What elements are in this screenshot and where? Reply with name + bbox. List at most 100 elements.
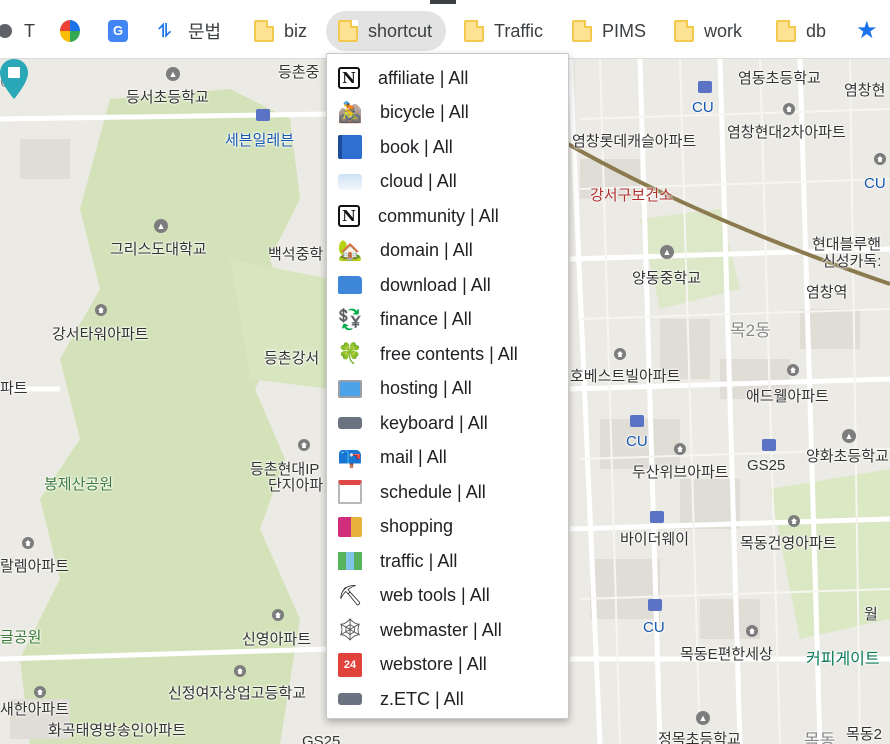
map-label: 목동E편한세상: [680, 646, 773, 663]
house-icon[interactable]: [272, 609, 284, 621]
house-icon[interactable]: [787, 364, 799, 376]
store-icon[interactable]: [650, 511, 664, 523]
map-label: 강서구보건소: [590, 187, 673, 204]
map-label: 파트: [0, 380, 28, 397]
bookmark-label: 문법: [188, 22, 222, 42]
menu-item-webstore[interactable]: 24 webstore | All: [327, 648, 568, 683]
map-label: 목2동: [730, 321, 771, 340]
map-label: 신성카독:: [822, 253, 882, 270]
bookmark-grammar[interactable]: ⥮ 문법: [152, 11, 227, 51]
store-icon[interactable]: [762, 439, 776, 451]
keyboard-icon: [338, 693, 362, 706]
bookmark-label: Traffic: [494, 20, 544, 41]
map-label: 등서초등학교: [126, 89, 209, 106]
school-icon[interactable]: ▲: [696, 711, 710, 725]
house-icon[interactable]: [614, 348, 626, 360]
school-icon[interactable]: ▲: [154, 219, 168, 233]
menu-item-webmaster[interactable]: 🕸 webmaster | All: [327, 613, 568, 648]
bookmark-star[interactable]: ★: [850, 11, 890, 51]
menu-item-hosting[interactable]: hosting | All: [327, 372, 568, 407]
menu-item-label: affiliate | All: [378, 67, 469, 88]
menu-item-label: book | All: [380, 136, 453, 157]
store-icon[interactable]: [630, 415, 644, 427]
menu-item-download[interactable]: download | All: [327, 268, 568, 303]
school-icon[interactable]: ▲: [660, 245, 674, 259]
folder-icon: [338, 276, 362, 295]
house-icon[interactable]: [874, 153, 886, 165]
map-label: GS25: [747, 457, 786, 474]
store-icon[interactable]: [256, 109, 270, 121]
cloud-icon: [338, 173, 362, 190]
map-label: 커피게이트: [806, 651, 880, 668]
bookmark-google-translate[interactable]: G: [102, 11, 144, 51]
bookmark-label: work: [704, 20, 743, 41]
menu-item-free-contents[interactable]: 🍀 free contents | All: [327, 337, 568, 372]
menu-item-community[interactable]: N community | All: [327, 199, 568, 234]
house-icon[interactable]: [788, 515, 800, 527]
menu-item-shopping[interactable]: shopping: [327, 510, 568, 545]
store-icon[interactable]: [648, 599, 662, 611]
bookmark-color-circle[interactable]: [54, 11, 96, 51]
map-label: 호베스트빌아파트: [570, 368, 681, 385]
menu-item-affiliate[interactable]: N affiliate | All: [327, 61, 568, 96]
map-label: 염창현: [844, 82, 886, 99]
menu-item-label: schedule | All: [380, 481, 486, 502]
bookmark-folder-pims[interactable]: PIMS: [566, 11, 652, 51]
menu-item-label: web tools | All: [380, 585, 490, 606]
house-icon[interactable]: [22, 537, 34, 549]
bookmark-folder-shortcut[interactable]: shortcut: [326, 11, 446, 51]
menu-item-bicycle[interactable]: 🚵 bicycle | All: [327, 96, 568, 131]
menu-item-cloud[interactable]: cloud | All: [327, 165, 568, 200]
menu-item-label: cloud | All: [380, 171, 457, 192]
map-label: 양화초등학교: [806, 448, 889, 465]
map-label: CU: [626, 433, 648, 450]
house-icon[interactable]: [234, 665, 246, 677]
folder-icon: [254, 20, 274, 42]
menu-item-domain[interactable]: 🏡 domain | All: [327, 234, 568, 269]
map-label: 봉제산공원: [44, 476, 114, 493]
menu-item-book[interactable]: book | All: [327, 130, 568, 165]
menu-item-label: mail | All: [380, 447, 447, 468]
menu-item-mail[interactable]: 📪 mail | All: [327, 441, 568, 476]
currency-exchange-icon: 💱: [337, 308, 363, 331]
map-label: CU: [864, 175, 886, 192]
school-icon[interactable]: ▲: [842, 429, 856, 443]
house-icon[interactable]: [746, 625, 758, 637]
menu-item-finance[interactable]: 💱 finance | All: [327, 303, 568, 338]
menu-item-web-tools[interactable]: ⛏ web tools | All: [327, 579, 568, 614]
menu-item-keyboard[interactable]: keyboard | All: [327, 406, 568, 441]
map-label: 목동2: [846, 726, 882, 743]
bookmark-t[interactable]: T: [18, 11, 41, 51]
house-icon[interactable]: [34, 686, 46, 698]
bookmark-folder-traffic[interactable]: Traffic: [458, 11, 549, 51]
star-icon: ★: [856, 17, 878, 44]
clover-icon: 🍀: [337, 343, 363, 366]
map-label: 두산위브아파트: [632, 464, 729, 481]
bookmark-folder-db[interactable]: db: [770, 11, 832, 51]
bookmark-folder-work[interactable]: work: [668, 11, 748, 51]
location-pin-icon[interactable]: [0, 59, 28, 99]
monitor-icon: [338, 379, 362, 398]
store-icon[interactable]: [698, 81, 712, 93]
book-icon: [338, 135, 362, 160]
menu-item-label: finance | All: [380, 309, 472, 330]
map-label: 목동건영아파트: [740, 535, 837, 552]
menu-item-z-etc[interactable]: z.ETC | All: [327, 682, 568, 717]
school-icon[interactable]: ▲: [166, 67, 180, 81]
house-icon[interactable]: [95, 304, 107, 316]
map-label: 백석중학: [268, 246, 324, 263]
tab-strip-edge: [430, 0, 456, 4]
map-label: 염창역: [806, 284, 848, 301]
house-icon[interactable]: [674, 443, 686, 455]
google-translate-icon: G: [108, 20, 128, 42]
menu-item-traffic[interactable]: traffic | All: [327, 544, 568, 579]
spider-web-icon: 🕸: [336, 617, 364, 643]
bookmark-folder-biz[interactable]: biz: [248, 11, 313, 51]
menu-item-schedule[interactable]: schedule | All: [327, 475, 568, 510]
menu-item-label: free contents | All: [380, 343, 518, 364]
map-label: 정목초등학교: [658, 731, 741, 744]
house-icon[interactable]: [783, 103, 795, 115]
map-label: 신정여자상업고등학교: [168, 685, 307, 702]
house-icon[interactable]: [298, 439, 310, 451]
menu-item-label: hosting | All: [380, 378, 472, 399]
